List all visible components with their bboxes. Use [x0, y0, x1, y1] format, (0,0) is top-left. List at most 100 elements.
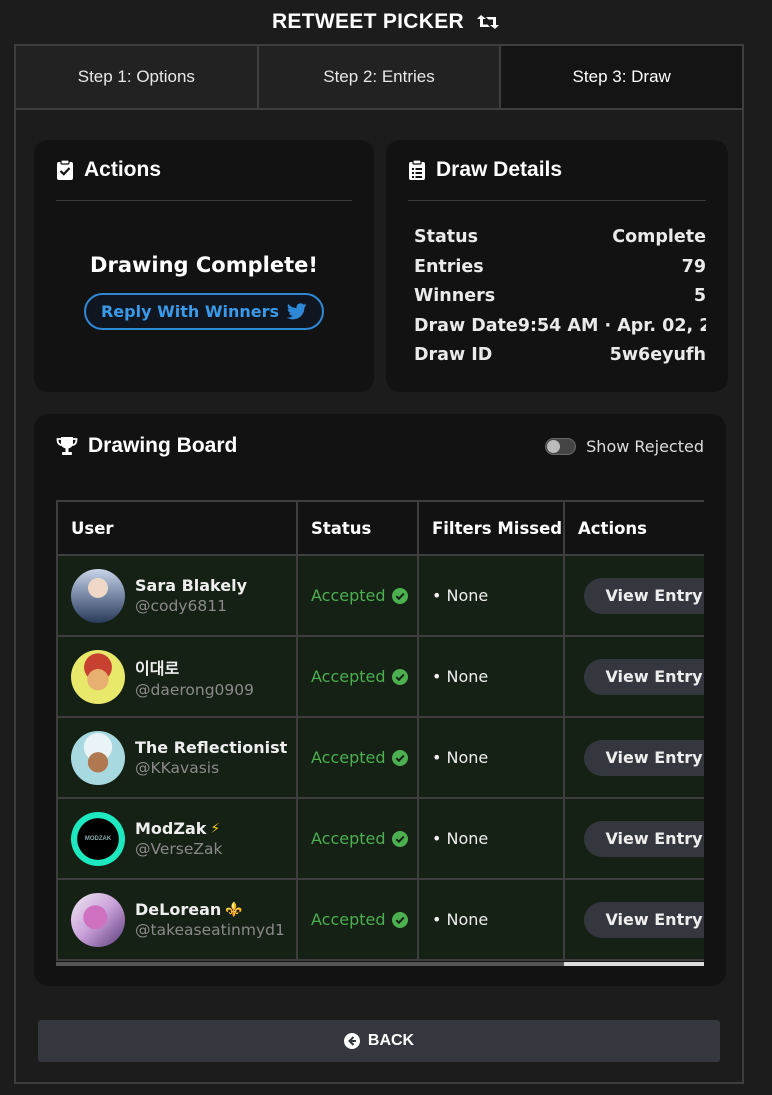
twitter-icon [287, 303, 307, 320]
detail-label: Status [414, 227, 479, 247]
user-cell: MODZAK ModZak ⚡ @VerseZak [71, 811, 296, 866]
user-handle[interactable]: @daerong0909 [135, 681, 254, 699]
table-header-row: User Status Filters Missed Actions [56, 500, 704, 556]
user-name-text: DeLorean [135, 900, 222, 919]
user-name-text: ModZak [135, 819, 207, 838]
user-cell: 이대로 @daerong0909 [71, 649, 296, 704]
draw-details-card: Draw Details Status Complete Entries 79 Wi… [386, 140, 728, 392]
lightning-icon: ⚡ [210, 820, 221, 837]
board-header: Drawing Board Show Rejected [56, 434, 704, 458]
status-badge: Accepted [311, 667, 417, 686]
board-title: Drawing Board [88, 434, 238, 457]
entries-table: User Status Filters Missed Actions Sara … [56, 500, 704, 961]
avatar-text: MODZAK [84, 835, 112, 842]
detail-value: 5 [693, 286, 706, 306]
detail-row-draw-id: Draw ID 5w6eyufh [414, 341, 706, 371]
tab-options[interactable]: Step 1: Options [16, 46, 259, 108]
status-text: Accepted [311, 829, 386, 848]
filters-missed: • None [432, 586, 489, 605]
back-button[interactable]: BACK [38, 1020, 720, 1062]
show-rejected-label: Show Rejected [586, 436, 704, 456]
app-title: RETWEET PICKER [0, 8, 772, 36]
user-handle[interactable]: @takeaseatinmyd1 [135, 921, 285, 939]
detail-row-status: Status Complete [414, 223, 706, 253]
detail-row-entries: Entries 79 [414, 253, 706, 283]
user-name: The Reflectionist [135, 738, 287, 757]
detail-row-winners: Winners 5 [414, 282, 706, 312]
show-rejected-toggle-wrap: Show Rejected [545, 437, 704, 456]
avatar[interactable]: MODZAK [71, 811, 125, 866]
avatar[interactable] [71, 568, 125, 623]
avatar[interactable] [71, 730, 125, 785]
filters-missed: • None [432, 667, 489, 686]
status-badge: Accepted [311, 829, 417, 848]
reply-with-winners-button[interactable]: Reply With Winners [84, 293, 324, 330]
actions-title: Actions [84, 158, 162, 181]
scrollbar-thumb[interactable] [564, 962, 704, 966]
status-text: Accepted [311, 910, 386, 929]
drawing-complete-message: Drawing Complete! [90, 253, 318, 277]
clipboard-list-icon [409, 159, 425, 180]
table-row: DeLorean ⚜️ @takeaseatinmyd1 Accepted • N… [56, 878, 704, 961]
details-header: Draw Details [408, 158, 706, 182]
view-entry-button[interactable]: View Entry [584, 658, 704, 695]
detail-rows: Status Complete Entries 79 Winners 5 Draw D… [408, 223, 706, 371]
user-name-text: 이대로 [135, 658, 180, 678]
check-circle-icon [391, 830, 408, 847]
actions-header: Actions [56, 158, 352, 182]
tab-draw[interactable]: Step 3: Draw [501, 46, 743, 108]
status-text: Accepted [311, 586, 386, 605]
avatar[interactable] [71, 892, 125, 947]
detail-row-draw-date: Draw Date 9:54 AM · Apr. 02, 2 [414, 312, 706, 342]
details-title: Draw Details [436, 158, 563, 181]
retweet-icon [477, 15, 500, 29]
detail-label: Draw ID [414, 345, 493, 365]
filters-missed: • None [432, 829, 489, 848]
view-entry-button[interactable]: View Entry [584, 820, 704, 857]
detail-value: 5w6eyufh [609, 345, 706, 365]
view-entry-button[interactable]: View Entry [584, 901, 704, 938]
entries-table-scroll[interactable]: User Status Filters Missed Actions Sara … [56, 500, 704, 966]
clipboard-check-icon [57, 159, 73, 180]
user-handle[interactable]: @cody6811 [135, 597, 247, 615]
user-name-text: The Reflectionist [135, 738, 288, 757]
user-handle[interactable]: @VerseZak [135, 840, 223, 858]
status-text: Accepted [311, 667, 386, 686]
check-circle-icon [391, 587, 408, 604]
arrow-circle-left-icon [343, 1033, 360, 1049]
user-handle[interactable]: @KKavasis [135, 759, 287, 777]
filters-missed: • None [432, 748, 489, 767]
col-header-actions: Actions [563, 500, 704, 556]
show-rejected-toggle[interactable] [545, 437, 577, 455]
user-cell: The Reflectionist @KKavasis [71, 730, 296, 785]
detail-label: Winners [414, 286, 496, 306]
reply-button-label: Reply With Winners [100, 302, 280, 321]
board-title-wrap: Drawing Board [56, 434, 237, 458]
trophy-icon [56, 437, 78, 455]
table-row: Sara Blakely @cody6811 Accepted • None V… [56, 554, 704, 637]
horizontal-scrollbar[interactable] [56, 962, 704, 966]
avatar[interactable] [71, 649, 125, 704]
main-frame: Step 1: Options Step 2: Entries Step 3: … [14, 44, 744, 1084]
status-badge: Accepted [311, 910, 417, 929]
status-text: Accepted [311, 748, 386, 767]
tab-entries[interactable]: Step 2: Entries [258, 46, 502, 108]
col-header-filters: Filters Missed [417, 500, 565, 556]
filters-missed: • None [432, 910, 489, 929]
view-entry-button[interactable]: View Entry [584, 739, 704, 776]
view-entry-button[interactable]: View Entry [584, 577, 704, 614]
back-button-label: BACK [367, 1032, 415, 1049]
step-tabs: Step 1: Options Step 2: Entries Step 3: … [16, 46, 743, 110]
check-circle-icon [391, 749, 408, 766]
table-row: The Reflectionist @KKavasis Accepted • N… [56, 716, 704, 799]
toggle-knob [547, 439, 561, 453]
actions-divider [56, 200, 352, 201]
user-cell: Sara Blakely @cody6811 [71, 568, 296, 623]
user-name: 이대로 [135, 655, 254, 679]
user-name-text: Sara Blakely [135, 576, 248, 595]
detail-label: Draw Date [414, 315, 518, 336]
detail-value: 79 [681, 256, 706, 277]
user-name: DeLorean ⚜️ [135, 900, 285, 919]
table-row: 이대로 @daerong0909 Accepted • None View En… [56, 635, 704, 718]
table-row: MODZAK ModZak ⚡ @VerseZak Accepted • None… [56, 797, 704, 880]
